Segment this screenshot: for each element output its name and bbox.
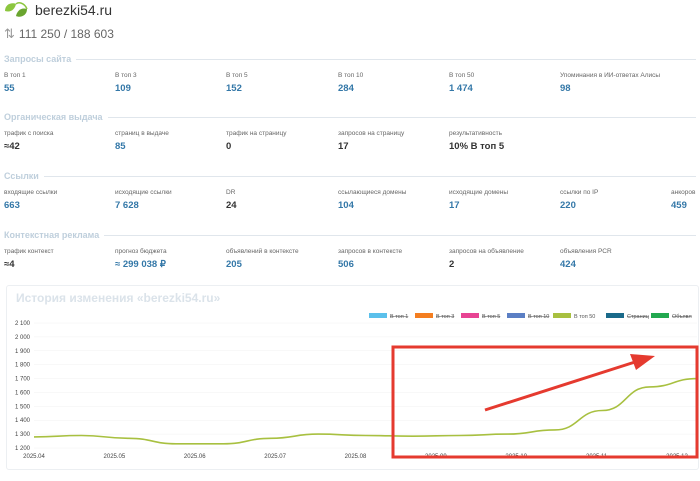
legend-item[interactable]: Объявл (672, 314, 692, 320)
y-tick-label: 1 300 (15, 432, 31, 438)
y-tick-label: 1 700 (15, 377, 31, 383)
legend-swatch[interactable] (461, 313, 479, 318)
x-tick-label: 2025.05 (104, 454, 126, 460)
history-chart: В топ 1 В топ 3 В топ 5 В топ 10 В топ 50 Стр… (15, 313, 699, 460)
legend-item[interactable]: В топ 10 (528, 314, 549, 320)
y-tick-label: 2 000 (15, 335, 31, 341)
y-tick-label: 1 800 (15, 363, 31, 369)
legend-item[interactable]: В топ 1 (390, 314, 408, 320)
y-tick-label: 1 900 (15, 349, 31, 355)
y-tick-label: 1 600 (15, 390, 31, 396)
y-tick-label: 1 200 (15, 446, 31, 452)
trend-arrow-icon (630, 354, 655, 370)
legend-item[interactable]: Страниц (627, 314, 650, 320)
legend-swatch[interactable] (553, 313, 571, 318)
legend-swatch[interactable] (651, 313, 669, 318)
legend-item[interactable]: В топ 5 (482, 314, 500, 320)
legend-swatch[interactable] (415, 313, 433, 318)
y-tick-label: 1 500 (15, 404, 31, 410)
x-tick-label: 2025.08 (345, 454, 367, 460)
legend-swatch[interactable] (369, 313, 387, 318)
legend-swatch[interactable] (606, 313, 624, 318)
y-tick-label: 1 400 (15, 418, 31, 424)
legend-item[interactable]: В топ 3 (436, 314, 454, 320)
x-tick-label: 2025.06 (184, 454, 206, 460)
legend-item[interactable]: В топ 50 (574, 314, 595, 320)
x-tick-label: 2025.07 (264, 454, 286, 460)
x-tick-label: 2025.04 (23, 454, 45, 460)
legend-swatch[interactable] (507, 313, 525, 318)
trend-arrow-shaft (484, 360, 636, 412)
highlight-box (391, 345, 699, 459)
y-tick-label: 2 100 (15, 321, 31, 327)
